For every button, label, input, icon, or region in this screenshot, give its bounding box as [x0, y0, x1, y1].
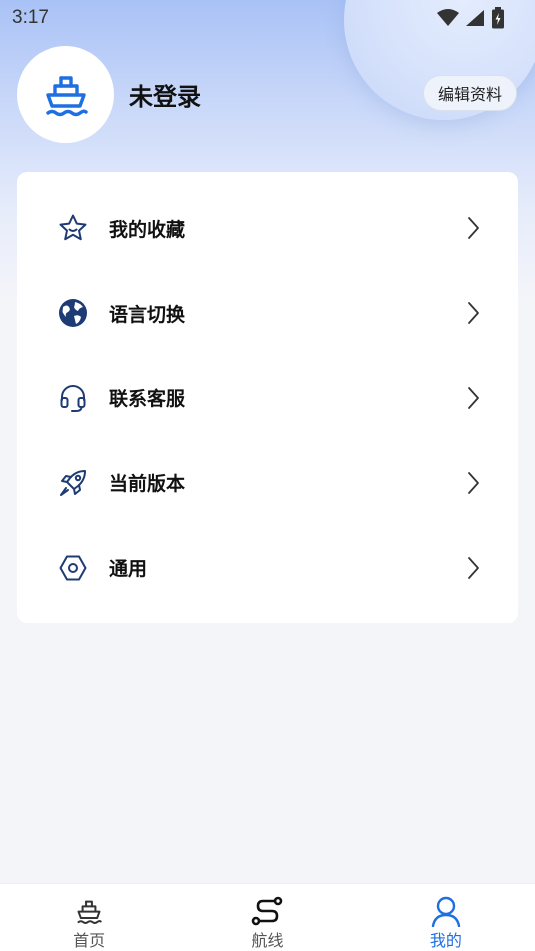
avatar[interactable]	[17, 45, 114, 143]
menu-item-label: 联系客服	[109, 388, 186, 411]
user-icon	[429, 894, 463, 927]
menu-item-favorites[interactable]: 我的收藏	[17, 186, 518, 271]
menu-item-label: 我的收藏	[109, 218, 186, 241]
chevron-right-icon	[468, 217, 479, 240]
menu-item-label: 当前版本	[109, 473, 186, 496]
menu-item-label: 通用	[109, 558, 148, 581]
menu-item-label: 语言切换	[109, 303, 186, 326]
signal-icon	[466, 10, 484, 26]
bottom-tab-bar: 首页 航线 我的	[0, 883, 535, 951]
menu-item-general[interactable]: 通用	[17, 525, 518, 610]
rocket-icon	[57, 467, 89, 499]
tab-routes[interactable]: 航线	[178, 884, 356, 951]
battery-icon	[492, 7, 504, 29]
route-icon	[250, 894, 284, 927]
ship-icon	[45, 76, 88, 117]
wifi-icon	[437, 9, 459, 26]
tab-label: 我的	[429, 931, 462, 950]
tab-mine[interactable]: 我的	[357, 884, 535, 951]
menu-item-language[interactable]: 语言切换	[17, 271, 518, 356]
tab-label: 航线	[251, 931, 284, 950]
globe-icon	[57, 297, 89, 329]
chevron-right-icon	[468, 471, 479, 494]
status-time: 3:17	[12, 7, 49, 28]
menu-card: 我的收藏 语言切换 联系客服 当前版本 通用	[17, 172, 518, 623]
status-icons	[437, 7, 505, 29]
menu-item-customer-service[interactable]: 联系客服	[17, 356, 518, 441]
star-icon	[57, 212, 89, 244]
profile-name: 未登录	[129, 82, 201, 111]
edit-profile-button[interactable]: 编辑资料	[422, 75, 517, 111]
profile-section: 未登录 编辑资料	[17, 44, 517, 144]
ship-icon	[72, 894, 106, 927]
tab-home[interactable]: 首页	[0, 884, 178, 951]
settings-hexagon-icon	[57, 552, 89, 584]
chevron-right-icon	[468, 387, 479, 409]
chevron-right-icon	[468, 556, 479, 579]
headset-icon	[57, 382, 89, 414]
menu-item-version[interactable]: 当前版本	[17, 440, 518, 525]
tab-label: 首页	[73, 931, 106, 950]
status-bar: 3:17	[0, 0, 535, 36]
chevron-right-icon	[468, 302, 479, 325]
